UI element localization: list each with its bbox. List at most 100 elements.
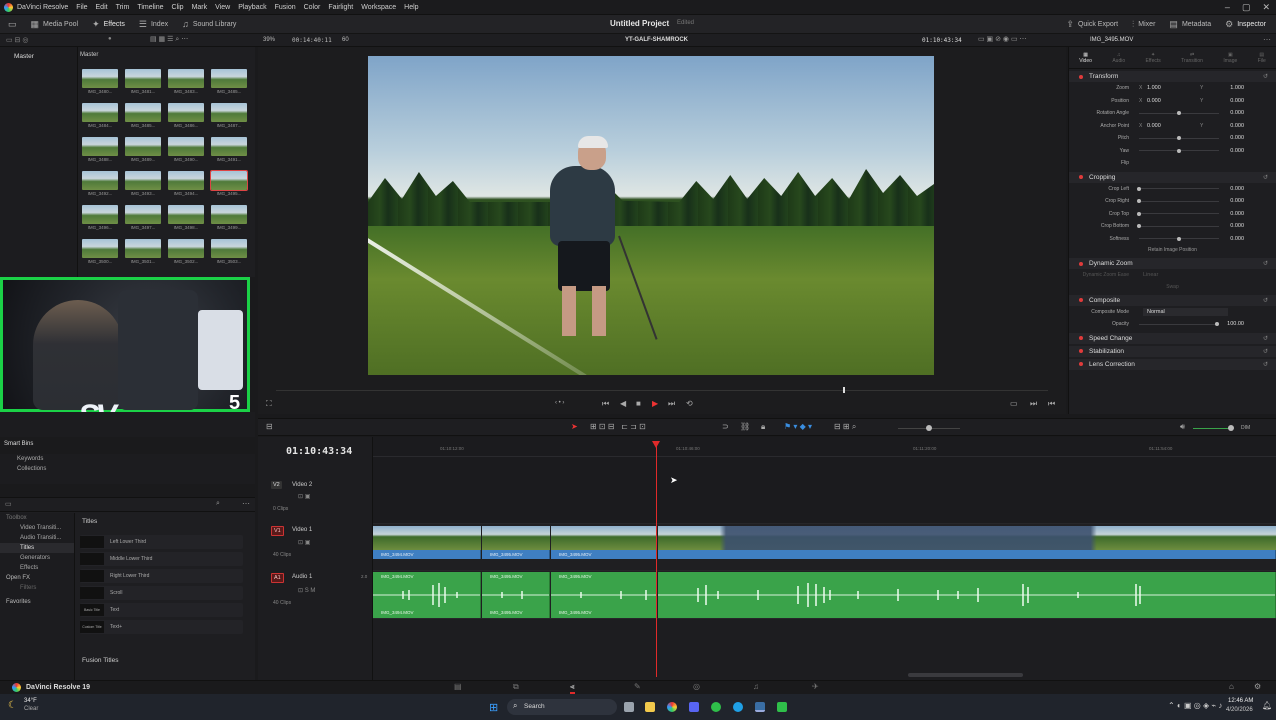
smart-bin-keywords[interactable]: Keywords [0,454,255,464]
clip-thumbnail[interactable]: IMG_3491... [211,137,247,163]
go-to-end-icon[interactable]: ⏭ [668,399,675,409]
prop-slider-knob[interactable] [1177,111,1181,116]
fx-open-fx[interactable]: Open FX [0,573,74,583]
inspector-prop-pitch[interactable]: Pitch 0.000 [1069,132,1276,145]
bin-master[interactable]: Master [0,47,77,66]
prop-value[interactable]: 100.00 [1227,321,1244,327]
title-preset[interactable]: Left Lower Third [80,535,243,549]
tab-video[interactable]: ▦ Video [1079,47,1092,68]
prop-value[interactable]: 0.000 [1230,198,1244,204]
clip-thumbnail[interactable]: IMG_3485... [125,103,161,129]
tab-image[interactable]: ▣ Image [1223,47,1237,68]
fx-favorites[interactable]: Favorites [0,597,74,607]
volume-knob[interactable] [1228,425,1234,431]
timeline-playhead[interactable] [652,441,660,677]
timeline-options-icon[interactable]: ⊟ [266,422,273,431]
fx-audio-transitions[interactable]: Audio Transiti... [0,533,74,543]
mixer-button[interactable]: ⫶ Mixer [1132,19,1155,30]
section-enabled-icon[interactable] [1079,175,1083,179]
page-color-icon[interactable]: ◎ [693,682,700,691]
timeline-ruler[interactable]: 01:10:12:00 01:10:46:00 01:11:20:00 01:1… [373,437,1276,457]
clip-thumbnail[interactable]: IMG_3501... [125,239,161,265]
prop-slider[interactable] [1139,136,1219,141]
prop-value-x[interactable]: 1.000 [1147,85,1161,91]
inspector-prop-crop-left[interactable]: Crop Left 0.000 [1069,183,1276,196]
menu-trim[interactable]: Trim [116,4,130,11]
edge-icon[interactable] [733,702,743,712]
section-enabled-icon[interactable] [1079,349,1083,353]
timeline-zoom-knob[interactable] [926,425,932,431]
video-clip[interactable] [658,526,1276,559]
prop-slider[interactable] [1137,224,1219,229]
menu-mark[interactable]: Mark [192,4,208,11]
inspector-button[interactable]: ⚙ Inspector [1225,19,1266,30]
viewer-mode-icon[interactable]: ▭ [1010,399,1018,408]
clip-thumbnail[interactable]: IMG_3489... [125,137,161,163]
title-preset[interactable]: Scroll [80,586,243,600]
task-view-icon[interactable] [624,702,634,712]
resolve-taskbar-icon[interactable] [755,702,765,712]
viewer-options-icons[interactable]: ▭ ▣ ⊘ ◉ ▭ ⋯ [978,35,1027,43]
audio-clip[interactable]: IMG_3495.MOV IMG_3495.MOV [551,572,657,618]
menu-fairlight[interactable]: Fairlight [328,4,353,11]
play-icon[interactable]: ▶ [652,399,658,408]
scrubber-playhead[interactable] [843,387,845,393]
snapping-icon[interactable]: ⊃ [722,422,729,431]
title-preset[interactable]: Basic Title Text [80,603,243,617]
thumbnail-size-slider[interactable]: ● [108,36,112,42]
workspace-switch-icon[interactable]: ▭ [8,19,17,30]
dim-button[interactable]: DIM [1241,425,1250,431]
clip-thumbnail[interactable]: IMG_3499... [211,205,247,231]
next-clip-icon[interactable]: ⏭ [1030,399,1037,409]
prop-value-x[interactable]: 0.000 [1147,98,1161,104]
prop-value[interactable]: 0.000 [1230,148,1244,154]
inspector-prop-yaw[interactable]: Yaw 0.000 [1069,145,1276,158]
menu-timeline[interactable]: Timeline [137,4,163,11]
video-frame[interactable] [368,56,934,375]
tab-audio[interactable]: ♫ Audio [1112,47,1125,68]
prop-value-y[interactable]: 1.000 [1230,85,1244,91]
clip-thumbnail[interactable]: IMG_3487... [211,103,247,129]
menu-app[interactable]: DaVinci Resolve [17,4,68,11]
inspector-prop-opacity[interactable]: Opacity 100.00 [1069,318,1276,331]
inspector-prop-dynamic-zoom-ease[interactable]: Dynamic Zoom Ease Linear [1069,269,1276,282]
inspector-section-footer[interactable]: Retain Image Position [1069,245,1276,256]
inspector-prop-crop-top[interactable]: Crop Top 0.000 [1069,208,1276,221]
menu-file[interactable]: File [76,4,87,11]
volume-slider[interactable] [1193,428,1233,429]
index-button[interactable]: ☰ Index [139,19,168,30]
track-controls-v1[interactable]: ⊡ ▣ [298,539,310,546]
inspector-section-cropping[interactable]: Cropping ↺ [1069,171,1276,183]
windows-start-icon[interactable]: ⊞ [489,701,498,714]
clip-thumbnail[interactable]: IMG_3484... [82,103,118,129]
minimize-icon[interactable]: – [1225,2,1230,13]
maximize-icon[interactable]: ▢ [1242,2,1251,13]
loop-icon[interactable]: ⟲ [686,399,693,408]
prop-value[interactable]: 0.000 [1230,223,1244,229]
sound-library-button[interactable]: ♫ Sound Library [182,19,236,29]
inspector-prop-rotation-angle[interactable]: Rotation Angle 0.000 [1069,107,1276,120]
prop-value[interactable]: 0.000 [1230,211,1244,217]
page-fairlight-icon[interactable]: ♫ [753,682,759,691]
viewer-scrubber[interactable] [276,387,1048,393]
menu-color[interactable]: Color [304,4,321,11]
prop-slider[interactable] [1139,322,1219,327]
home-icon[interactable]: ⌂ [1229,682,1234,691]
section-reset-icon[interactable]: ↺ [1263,335,1268,342]
taskbar-search[interactable]: ⌕ Search [507,699,617,715]
settings-icon[interactable]: ⚙ [1254,682,1261,691]
track-controls-v2[interactable]: ⊡ ▣ [298,493,310,500]
prop-slider[interactable] [1137,211,1219,216]
prop-slider-knob[interactable] [1137,211,1141,216]
prop-slider-knob[interactable] [1137,186,1141,191]
clip-thumbnail[interactable]: IMG_3486... [168,103,204,129]
audio-clip[interactable]: IMG_3494.MOV IMG_3494.MOV [373,572,481,618]
discord-icon[interactable] [689,702,699,712]
page-fusion-icon[interactable]: ✎ [634,682,641,691]
bin-list-toggle-icon[interactable]: ▭ ⊟ ◎ [6,36,28,44]
menu-workspace[interactable]: Workspace [361,4,396,11]
system-tray-icons[interactable]: ⌃ ◐ ▣ ◎ ◈ ⌁ ♪ [1168,701,1222,710]
tab-effects[interactable]: ✦ Effects [1146,47,1161,68]
section-enabled-icon[interactable] [1079,362,1083,366]
track-controls-a1[interactable]: ⊡ S M [298,587,315,594]
